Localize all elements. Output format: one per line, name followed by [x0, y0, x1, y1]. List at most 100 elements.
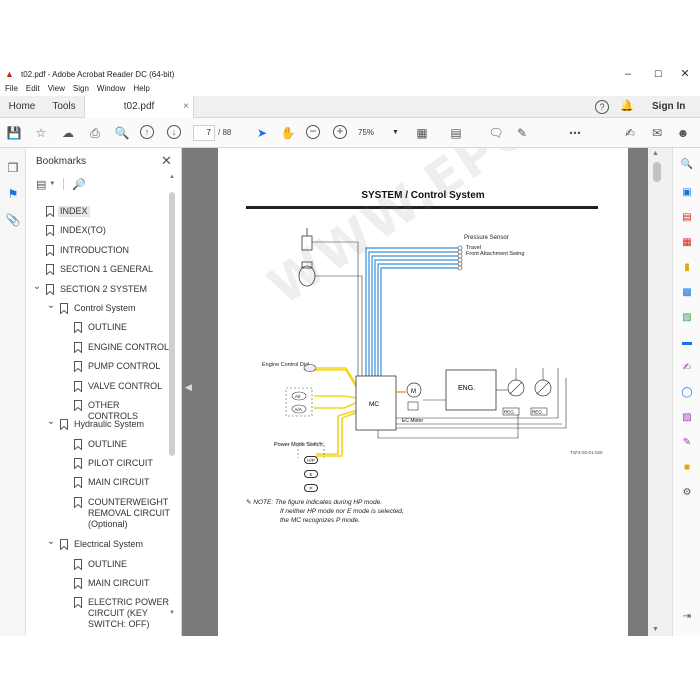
- bookmarks-panel-icon[interactable]: ⚑: [5, 186, 21, 202]
- bookmark-item[interactable]: MAIN CIRCUIT: [26, 474, 172, 493]
- bookmark-item[interactable]: OUTLINE: [26, 436, 172, 455]
- combine-files-icon[interactable]: ▩: [680, 286, 694, 300]
- bookmark-item[interactable]: MAIN CIRCUIT: [26, 575, 172, 594]
- find-bookmark-icon[interactable]: 🔎: [72, 178, 86, 191]
- prepare-form-icon[interactable]: ✎: [680, 436, 694, 450]
- bookmark-options-icon[interactable]: ▤: [36, 178, 46, 191]
- protect-icon[interactable]: ◯: [680, 386, 694, 400]
- bookmark-item[interactable]: OUTLINE: [26, 556, 172, 575]
- export-pdf-icon[interactable]: ▣: [680, 186, 694, 200]
- scroll-thumb[interactable]: [169, 192, 175, 456]
- more-tools-wrench-icon[interactable]: ⚙: [680, 486, 694, 500]
- expand-chevron-icon[interactable]: ⌄: [46, 536, 56, 547]
- sign-pen-icon[interactable]: ✍: [622, 125, 638, 141]
- bookmark-flag-icon: [74, 399, 82, 412]
- menu-help[interactable]: Help: [133, 84, 149, 96]
- scan-ocr-icon[interactable]: ▬: [680, 336, 694, 350]
- bookmark-label: INTRODUCTION: [60, 244, 129, 255]
- select-cursor-icon[interactable]: ➤: [254, 125, 270, 141]
- collapse-left-panel-icon[interactable]: ◀: [185, 382, 192, 393]
- hand-tool-icon[interactable]: ✋: [280, 125, 296, 141]
- attachments-paperclip-icon[interactable]: 📎: [5, 212, 21, 228]
- expand-chevron-icon[interactable]: ⌄: [32, 281, 42, 292]
- bookmark-item[interactable]: PUMP CONTROL: [26, 358, 172, 377]
- send-for-signature-icon[interactable]: ▨: [680, 411, 694, 425]
- bookmark-item[interactable]: ENGINE CONTROL: [26, 339, 172, 358]
- menu-window[interactable]: Window: [97, 84, 125, 96]
- fill-sign-icon[interactable]: ✍: [680, 361, 694, 375]
- bookmarks-scrollbar[interactable]: ▲ ▼: [168, 174, 176, 616]
- chevron-down-icon[interactable]: ▼: [49, 181, 55, 187]
- bookmark-item[interactable]: PILOT CIRCUIT: [26, 455, 172, 474]
- collapse-tools-icon[interactable]: ⇥: [680, 610, 694, 624]
- scroll-up-icon[interactable]: ▲: [169, 174, 175, 180]
- search-tool-icon[interactable]: 🔍: [680, 158, 694, 172]
- email-icon[interactable]: ✉: [649, 125, 665, 141]
- zoom-in-icon[interactable]: +: [333, 125, 347, 139]
- page-thumbnails-icon[interactable]: ❐: [5, 160, 21, 176]
- more-tools-icon[interactable]: ⋯: [567, 125, 583, 141]
- highlight-pen-icon[interactable]: ✎: [514, 125, 530, 141]
- zoom-search-icon[interactable]: 🔍: [114, 125, 130, 141]
- save-icon[interactable]: 💾: [6, 125, 22, 141]
- previous-page-icon[interactable]: ↑: [140, 125, 154, 139]
- bookmark-item[interactable]: ⌄ Control System: [26, 300, 172, 319]
- share-icon[interactable]: ■: [680, 461, 694, 475]
- expand-chevron-icon[interactable]: ⌄: [46, 416, 56, 427]
- maximize-button[interactable]: ☐: [643, 64, 673, 84]
- close-window-button[interactable]: ✕: [670, 64, 700, 84]
- scroll-up-icon[interactable]: ▲: [652, 150, 659, 157]
- help-icon[interactable]: ?: [595, 100, 609, 114]
- bookmark-label: OUTLINE: [88, 438, 128, 449]
- zoom-out-icon[interactable]: −: [306, 125, 320, 139]
- scroll-down-icon[interactable]: ▼: [169, 610, 175, 616]
- bookmark-item[interactable]: OTHER CONTROLS: [26, 397, 172, 421]
- edit-pdf-icon[interactable]: ▤: [680, 211, 694, 225]
- bookmark-item[interactable]: INDEX(TO): [26, 222, 172, 241]
- bookmark-item[interactable]: ⌄ Hydraulic System: [26, 416, 172, 435]
- close-tab-icon[interactable]: ×: [183, 96, 189, 118]
- notifications-bell-icon[interactable]: 🔔: [620, 99, 634, 112]
- page-display-icon[interactable]: ▦: [414, 125, 430, 141]
- bookmark-item[interactable]: ⌄ SECTION 2 SYSTEM: [26, 281, 172, 300]
- document-scroll-thumb[interactable]: [653, 162, 661, 182]
- document-view[interactable]: ◀ ▶ SYSTEM / Control System: [182, 148, 672, 636]
- upload-cloud-icon[interactable]: ☁: [60, 125, 76, 141]
- bookmark-flag-icon: [46, 244, 54, 257]
- account-icon[interactable]: ☻: [675, 125, 691, 141]
- create-pdf-icon[interactable]: ▦: [680, 236, 694, 250]
- page-number-input[interactable]: 7: [193, 125, 215, 141]
- next-page-icon[interactable]: ↓: [167, 125, 181, 139]
- bookmark-item[interactable]: ⌄ Electrical System: [26, 536, 172, 555]
- scroll-mode-icon[interactable]: ▤: [448, 125, 464, 141]
- bookmark-item[interactable]: OUTLINE: [26, 319, 172, 338]
- menu-file[interactable]: File: [5, 84, 18, 96]
- zoom-select[interactable]: 75% ▼: [358, 125, 402, 141]
- bookmark-flag-icon: [46, 225, 54, 237]
- close-panel-icon[interactable]: ✕: [161, 153, 172, 169]
- menu-edit[interactable]: Edit: [26, 84, 40, 96]
- document-scrollbar[interactable]: ▲ ▼: [648, 148, 672, 636]
- bookmark-label: VALVE CONTROL: [88, 380, 163, 391]
- tab-home[interactable]: Home: [0, 96, 44, 118]
- tab-document[interactable]: t02.pdf ×: [84, 96, 194, 119]
- bookmark-item[interactable]: VALVE CONTROL: [26, 378, 172, 397]
- tab-tools[interactable]: Tools: [44, 96, 84, 118]
- bookmark-item[interactable]: INTRODUCTION: [26, 242, 172, 261]
- bookmark-star-icon[interactable]: ☆: [33, 125, 49, 141]
- scroll-down-icon[interactable]: ▼: [652, 626, 659, 633]
- bookmark-item[interactable]: SECTION 1 GENERAL: [26, 261, 172, 280]
- sign-in-button[interactable]: Sign In: [652, 96, 685, 118]
- comment-tool-icon[interactable]: ▮: [680, 261, 694, 275]
- menu-view[interactable]: View: [48, 84, 65, 96]
- bookmark-flag-icon: [74, 361, 82, 373]
- organize-pages-icon[interactable]: ▧: [680, 311, 694, 325]
- menu-sign[interactable]: Sign: [73, 84, 89, 96]
- comment-icon[interactable]: 🗨: [488, 125, 504, 141]
- bookmark-item[interactable]: COUNTERWEIGHT REMOVAL CIRCUIT (Optional): [26, 494, 172, 536]
- bookmark-item[interactable]: ELECTRIC POWER CIRCUIT (KEY SWITCH: OFF): [26, 594, 172, 636]
- bookmark-item[interactable]: INDEX: [26, 203, 172, 222]
- print-icon[interactable]: ⎙: [87, 125, 103, 141]
- minimize-button[interactable]: –: [613, 64, 643, 84]
- expand-chevron-icon[interactable]: ⌄: [46, 300, 56, 311]
